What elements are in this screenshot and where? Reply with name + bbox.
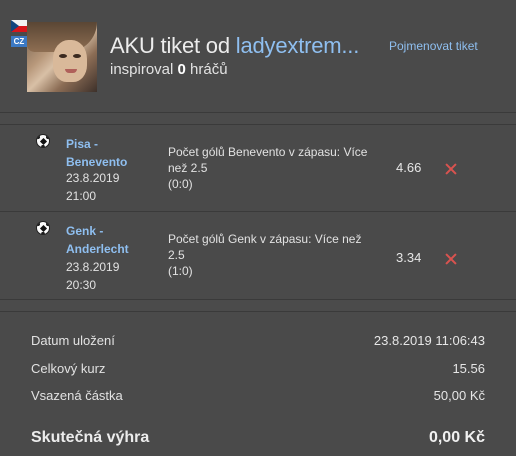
ticket-panel: CZ AKU tiket od ladyextrem... inspiroval…: [0, 0, 516, 456]
bet-odds: 4.66: [396, 160, 422, 175]
soccer-ball-icon: [36, 221, 50, 235]
title-prefix: AKU tiket od: [110, 33, 236, 58]
avatar[interactable]: [27, 22, 97, 92]
lost-icon: [444, 252, 458, 266]
ticket-header: CZ AKU tiket od ladyextrem... inspiroval…: [0, 0, 516, 113]
username-link[interactable]: ladyextrem...: [236, 33, 360, 58]
inspired-suffix: hráčů: [185, 61, 228, 78]
bet-description-text: Počet gólů Benevento v zápasu: Více než …: [168, 145, 368, 175]
bet-row: Genk - Anderlecht 23.8.2019 20:30 Počet …: [0, 212, 516, 299]
bet-row: Pisa - Benevento 23.8.2019 21:00 Počet g…: [0, 125, 516, 212]
stake-label: Vsazená částka: [31, 388, 123, 403]
match-date: 23.8.2019: [66, 260, 120, 274]
lost-icon: [444, 162, 458, 176]
rename-ticket-link[interactable]: Pojmenovat tiket: [389, 39, 478, 53]
saved-date-value: 23.8.2019 11:06:43: [373, 333, 485, 348]
actual-win-value: 0,00 Kč: [428, 429, 485, 446]
total-odds-value: 15.56: [452, 361, 485, 376]
stake-value: 50,00 Kč: [433, 388, 485, 403]
saved-date-label: Datum uložení: [31, 333, 115, 348]
inspired-text: inspiroval 0 hráčů: [110, 61, 228, 78]
match-time: 20:30: [66, 278, 97, 292]
ticket-summary: Datum uložení 23.8.2019 11:06:43 Celkový…: [0, 311, 516, 456]
bet-list: Pisa - Benevento 23.8.2019 21:00 Počet g…: [0, 124, 516, 300]
bet-description: Počet gólů Benevento v zápasu: Více než …: [168, 144, 368, 192]
bet-score: (1:0): [168, 264, 193, 278]
country-badge: CZ: [11, 36, 27, 47]
match-link[interactable]: Genk - Anderlecht: [66, 222, 136, 258]
bet-description: Počet gólů Genk v zápasu: Více než 2.5 (…: [168, 231, 368, 279]
czech-flag-icon: [11, 20, 27, 32]
match-date: 23.8.2019: [66, 171, 120, 185]
bet-score: (0:0): [168, 177, 193, 191]
bet-odds: 3.34: [396, 250, 422, 265]
page-title: AKU tiket od ladyextrem...: [110, 33, 359, 59]
match-time: 21:00: [66, 189, 97, 203]
match-link[interactable]: Pisa - Benevento: [66, 135, 136, 171]
bet-description-text: Počet gólů Genk v zápasu: Více než 2.5: [168, 232, 362, 262]
inspired-count: 0: [177, 61, 186, 78]
inspired-prefix: inspiroval: [110, 61, 178, 78]
actual-win-label: Skutečná výhra: [31, 429, 150, 446]
soccer-ball-icon: [36, 134, 50, 148]
total-odds-label: Celkový kurz: [31, 361, 106, 376]
